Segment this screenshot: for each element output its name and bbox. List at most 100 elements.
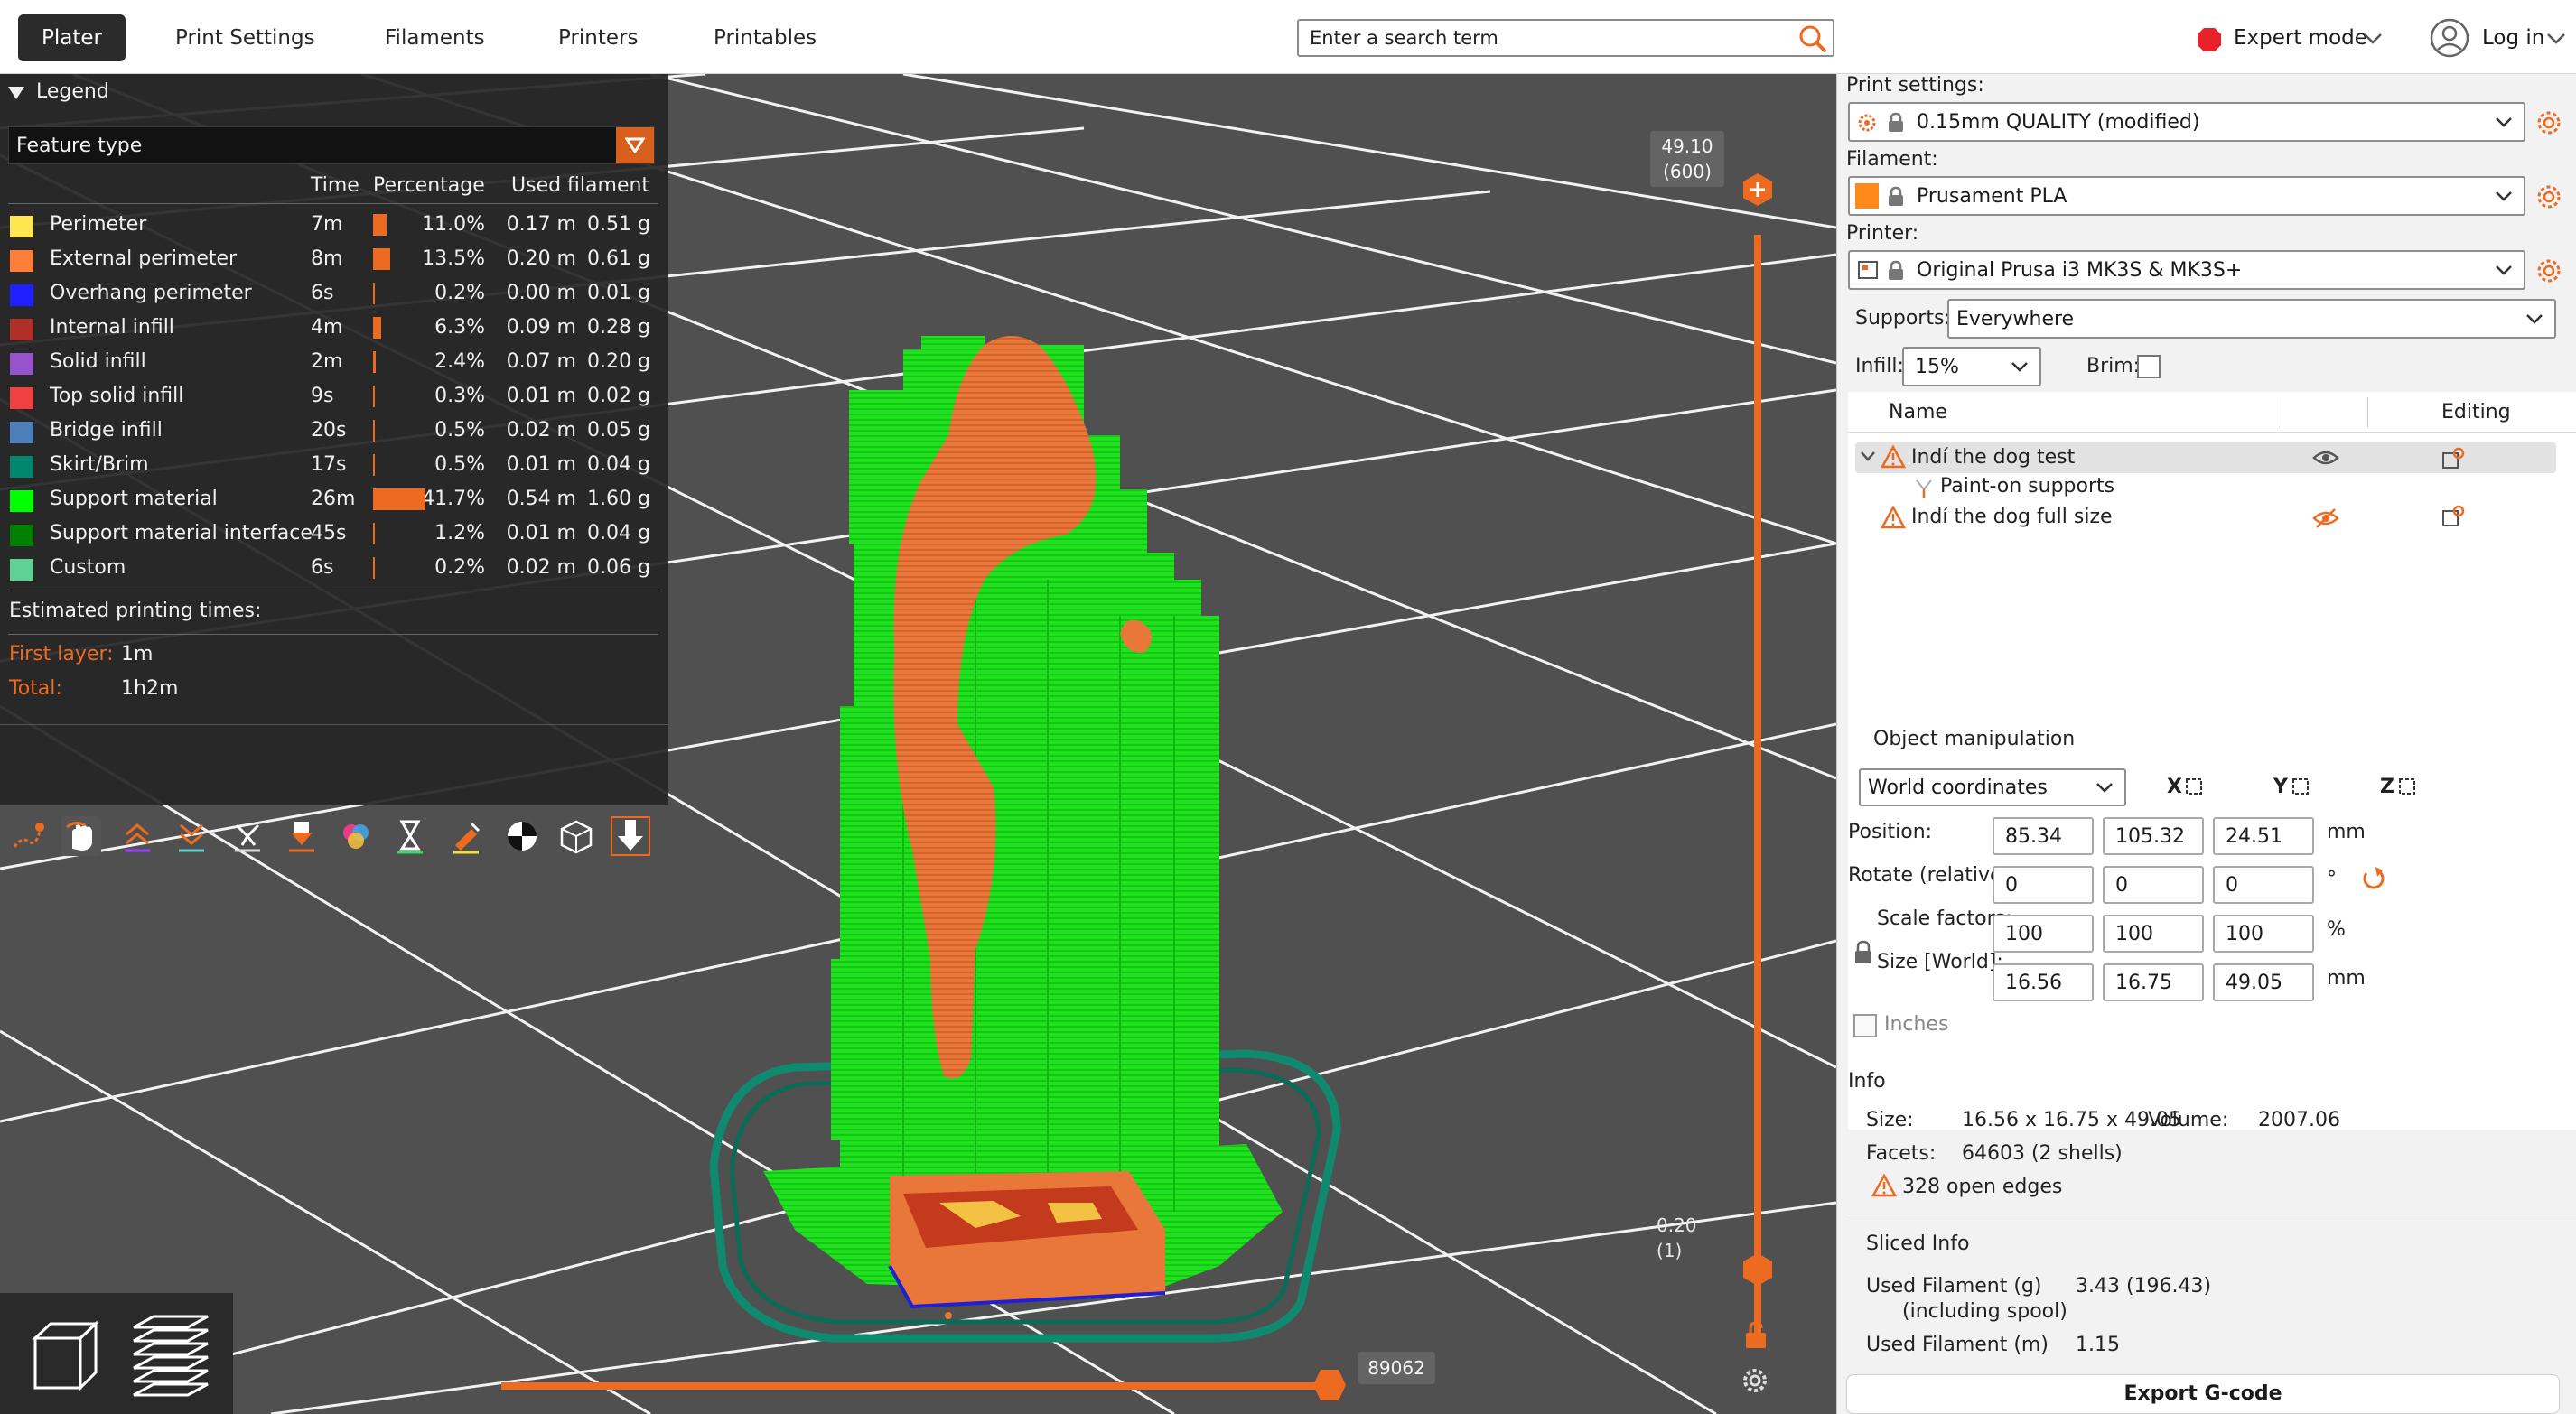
position-x-input[interactable]: 85.34 — [1993, 817, 2094, 855]
scale-y-input[interactable]: 100 — [2103, 915, 2204, 953]
eye-hidden-icon[interactable] — [2312, 507, 2339, 529]
seams-icon[interactable] — [228, 816, 267, 856]
preview-layers-icon[interactable] — [125, 1309, 219, 1403]
dropdown-arrow-icon[interactable] — [616, 127, 654, 163]
legend-view-type-select[interactable]: Feature type — [8, 126, 655, 164]
custom-gcodes-icon[interactable] — [446, 816, 486, 856]
chevron-down-icon[interactable] — [2362, 32, 2384, 46]
legend-row[interactable]: Overhang perimeter 6s 0.2% 0.00 m 0.01 g — [0, 276, 668, 311]
position-z-input[interactable]: 24.51 — [2213, 817, 2314, 855]
legend-col-percentage: Percentage — [373, 174, 485, 197]
scale-x-input[interactable]: 100 — [1993, 915, 2094, 953]
legend-feature-length: 0.02 m — [506, 419, 576, 442]
chevron-down-icon[interactable] — [2094, 777, 2115, 798]
collapse-triangle-icon[interactable] — [7, 85, 25, 101]
paint-on-supports-item[interactable]: Paint-on supports — [1940, 475, 2114, 498]
chevron-down-icon[interactable] — [2524, 308, 2545, 330]
search-input[interactable] — [1297, 19, 1834, 57]
legend-row[interactable]: External perimeter 8m 13.5% 0.20 m 0.61 g — [0, 242, 668, 276]
legend-row[interactable]: Solid infill 2m 2.4% 0.07 m 0.20 g — [0, 345, 668, 379]
legend-view-type-value: Feature type — [16, 135, 143, 157]
size-z-input[interactable]: 49.05 — [2213, 963, 2314, 1001]
legend-row[interactable]: Perimeter 7m 11.0% 0.17 m 0.51 g — [0, 208, 668, 242]
position-y-input[interactable]: 105.32 — [2103, 817, 2204, 855]
rotate-x-input[interactable]: 0 — [1993, 866, 2094, 904]
travel-icon[interactable] — [7, 816, 47, 856]
tab-printers[interactable]: Printers — [537, 14, 660, 61]
tab-plater[interactable]: Plater — [18, 14, 126, 61]
eye-icon[interactable] — [2312, 449, 2339, 467]
supports-combo[interactable]: Everywhere — [1947, 299, 2556, 339]
print-settings-combo[interactable]: 0.15mm QUALITY (modified) — [1848, 102, 2525, 142]
legend-row[interactable]: Bridge infill 20s 0.5% 0.02 m 0.05 g — [0, 414, 668, 448]
legend-row[interactable]: Custom 6s 0.2% 0.02 m 0.06 g — [0, 551, 668, 585]
layer-slider-top-handle[interactable] — [1741, 172, 1774, 208]
drop-to-bed-icon[interactable] — [2291, 777, 2310, 796]
legend-percentage-bar — [373, 248, 390, 270]
infill-combo[interactable]: 15% — [1902, 347, 2041, 386]
chevron-down-icon[interactable] — [2493, 185, 2515, 207]
settings-gear-icon[interactable] — [2535, 257, 2562, 284]
object-name[interactable]: Indí the dog full size — [1911, 506, 2113, 528]
chevron-down-icon[interactable] — [2545, 32, 2567, 46]
edit-settings-icon[interactable] — [2441, 504, 2466, 529]
legend-feature-percentage: 0.3% — [434, 385, 485, 407]
move-slider-handle[interactable] — [1311, 1368, 1348, 1402]
chevron-down-icon[interactable] — [2493, 259, 2515, 281]
color-changes-icon[interactable] — [336, 816, 376, 856]
drop-to-bed-icon[interactable] — [2184, 777, 2204, 796]
settings-gear-icon[interactable] — [2535, 109, 2562, 136]
brim-label: Brim: — [2086, 355, 2141, 377]
brim-checkbox[interactable] — [2137, 355, 2161, 378]
deretractions-icon[interactable] — [172, 816, 211, 856]
search-icon[interactable] — [1797, 23, 1828, 54]
expand-chevron-icon[interactable] — [1859, 450, 1877, 464]
size-x-input[interactable]: 16.56 — [1993, 963, 2094, 1001]
chevron-down-icon[interactable] — [2493, 111, 2515, 133]
object-row-selected[interactable]: Indí the dog test — [1855, 442, 2556, 473]
move-slider-track[interactable] — [501, 1382, 1332, 1390]
mode-label[interactable]: Expert mode — [2234, 26, 2367, 50]
rotate-z-input[interactable]: 0 — [2213, 866, 2314, 904]
export-gcode-button[interactable]: Export G-code — [1846, 1374, 2560, 1414]
retractions-icon[interactable] — [117, 816, 157, 856]
shells-icon[interactable] — [556, 816, 596, 856]
lock-icon[interactable] — [1741, 1320, 1770, 1351]
legend-row[interactable]: Skirt/Brim 17s 0.5% 0.01 m 0.04 g — [0, 448, 668, 482]
center-of-gravity-icon[interactable] — [502, 816, 542, 856]
login-label[interactable]: Log in — [2482, 26, 2544, 50]
gear-icon[interactable] — [1740, 1365, 1770, 1396]
pause-prints-icon[interactable] — [390, 816, 430, 856]
drop-to-bed-icon[interactable] — [2397, 777, 2417, 796]
tab-printables[interactable]: Printables — [692, 14, 838, 61]
legend-row[interactable]: Support material 26m 41.7% 0.54 m 1.60 g — [0, 482, 668, 516]
printer-combo[interactable]: Original Prusa i3 MK3S & MK3S+ — [1848, 250, 2525, 290]
settings-gear-icon[interactable] — [2535, 183, 2562, 210]
size-y-input[interactable]: 16.75 — [2103, 963, 2204, 1001]
legend-feature-percentage: 2.4% — [434, 350, 485, 373]
tool-marker-icon[interactable] — [611, 816, 650, 856]
tab-filaments[interactable]: Filaments — [363, 14, 507, 61]
legend-feature-time: 8m — [311, 247, 343, 270]
legend-title[interactable]: Legend — [36, 80, 109, 103]
reset-rotation-icon[interactable] — [2359, 864, 2386, 891]
rotate-y-input[interactable]: 0 — [2103, 866, 2204, 904]
user-avatar-icon[interactable] — [2430, 18, 2469, 58]
coordinate-system-combo[interactable]: World coordinates — [1859, 768, 2126, 806]
layer-slider-track[interactable] — [1754, 235, 1761, 1341]
legend-row[interactable]: Top solid infill 9s 0.3% 0.01 m 0.02 g — [0, 379, 668, 414]
3d-view-icon[interactable] — [13, 1311, 103, 1401]
legend-feature-time: 6s — [311, 556, 334, 579]
inches-checkbox[interactable] — [1853, 1014, 1877, 1037]
tool-changes-icon[interactable] — [282, 816, 322, 856]
filament-combo[interactable]: Prusament PLA — [1848, 176, 2525, 216]
scale-lock-icon[interactable] — [1853, 940, 1873, 965]
scale-z-input[interactable]: 100 — [2213, 915, 2314, 953]
chevron-down-icon[interactable] — [2009, 356, 2030, 377]
layer-slider-bottom-handle[interactable] — [1741, 1251, 1774, 1288]
wipe-icon[interactable] — [61, 816, 101, 856]
edit-settings-icon[interactable] — [2441, 446, 2466, 471]
legend-row[interactable]: Support material interface 45s 1.2% 0.01 m 0… — [0, 516, 668, 551]
tab-print-settings[interactable]: Print Settings — [154, 14, 337, 61]
legend-row[interactable]: Internal infill 4m 6.3% 0.09 m 0.28 g — [0, 311, 668, 345]
